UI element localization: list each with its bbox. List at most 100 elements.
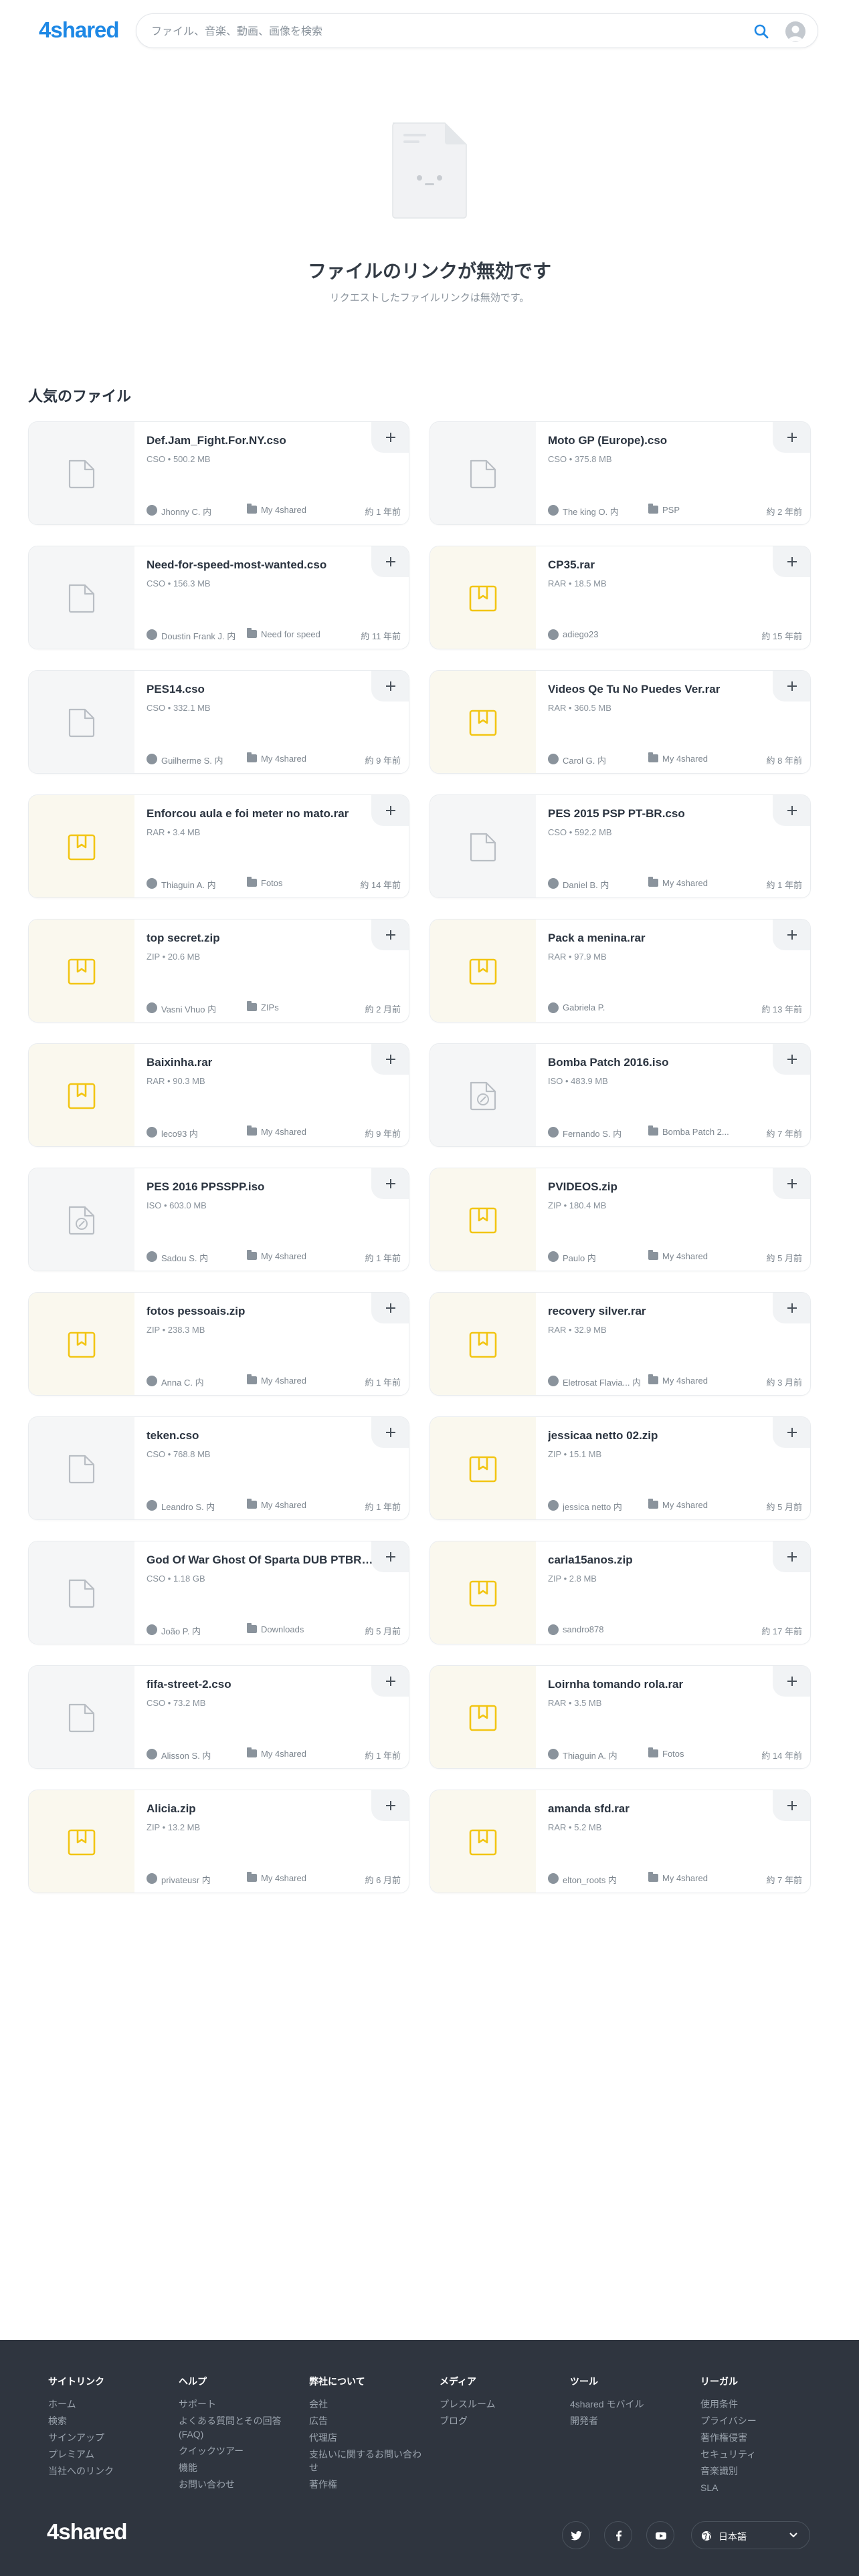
add-to-account-button[interactable] — [371, 1790, 409, 1821]
owner-name[interactable]: Jhonny C. 内 — [161, 505, 211, 518]
file-name[interactable]: PES 2016 PPSSPP.iso — [147, 1180, 374, 1194]
folder-link[interactable]: My 4shared — [247, 1747, 306, 1759]
search-icon[interactable] — [752, 22, 771, 41]
owner-name[interactable]: Alisson S. 内 — [161, 1749, 211, 1761]
file-thumbnail[interactable] — [430, 546, 536, 649]
file-card[interactable]: Videos Qe Tu No Puedes Ver.rar RAR • 360.… — [430, 670, 811, 774]
language-select[interactable]: 日本語 — [691, 2521, 810, 2549]
file-card[interactable]: CP35.rar RAR • 18.5 MB adiego23 約 15 年前 — [430, 546, 811, 649]
add-to-account-button[interactable] — [773, 1168, 810, 1199]
owner-name[interactable]: elton_roots 内 — [563, 1873, 617, 1886]
file-name[interactable]: top secret.zip — [147, 932, 374, 945]
add-to-account-button[interactable] — [371, 1666, 409, 1697]
search-input[interactable] — [151, 14, 740, 47]
file-thumbnail[interactable] — [430, 1541, 536, 1644]
file-name[interactable]: Pack a menina.rar — [548, 932, 775, 945]
logo[interactable]: 4shared — [39, 17, 120, 43]
footer-link[interactable]: 著作権侵害 — [700, 2431, 821, 2444]
file-card[interactable]: Need-for-speed-most-wanted.cso CSO • 156.… — [28, 546, 409, 649]
add-to-account-button[interactable] — [371, 1168, 409, 1199]
file-thumbnail[interactable] — [29, 422, 134, 524]
footer-link[interactable]: プレミアム — [48, 2448, 169, 2461]
folder-link[interactable]: My 4shared — [648, 752, 708, 764]
twitter-icon[interactable] — [562, 2521, 590, 2549]
add-to-account-button[interactable] — [773, 1293, 810, 1323]
file-name[interactable]: PVIDEOS.zip — [548, 1180, 775, 1194]
file-thumbnail[interactable] — [29, 1168, 134, 1271]
folder-link[interactable]: ZIPs — [247, 1001, 279, 1012]
file-name[interactable]: Def.Jam_Fight.For.NY.cso — [147, 434, 374, 447]
folder-link[interactable]: My 4shared — [247, 1374, 306, 1386]
footer-link[interactable]: 支払いに関するお問い合わせ — [309, 2448, 430, 2474]
footer-link[interactable]: お問い合わせ — [179, 2478, 299, 2491]
file-thumbnail[interactable] — [430, 671, 536, 773]
file-card[interactable]: PES 2015 PSP PT-BR.cso CSO • 592.2 MB Dani… — [430, 794, 811, 898]
file-card[interactable]: jessicaa netto 02.zip ZIP • 15.1 MB jessic… — [430, 1416, 811, 1520]
folder-link[interactable]: Need for speed — [247, 628, 320, 639]
owner-name[interactable]: Eletrosat Flavia... 内 — [563, 1376, 641, 1388]
owner-name[interactable]: João P. 内 — [161, 1624, 201, 1637]
user-avatar[interactable] — [785, 21, 805, 41]
file-name[interactable]: recovery silver.rar — [548, 1305, 775, 1318]
folder-link[interactable]: Downloads — [247, 1623, 304, 1634]
owner-name[interactable]: Vasni Vhuo 内 — [161, 1002, 216, 1015]
file-thumbnail[interactable] — [29, 795, 134, 897]
footer-link[interactable]: 音楽識別 — [700, 2464, 821, 2478]
folder-link[interactable]: My 4shared — [247, 752, 306, 764]
file-name[interactable]: Alicia.zip — [147, 1802, 374, 1816]
owner-name[interactable]: Guilherme S. 内 — [161, 754, 223, 766]
file-thumbnail[interactable] — [430, 1790, 536, 1893]
file-thumbnail[interactable] — [29, 1666, 134, 1768]
add-to-account-button[interactable] — [773, 1541, 810, 1572]
owner-name[interactable]: Sadou S. 内 — [161, 1251, 208, 1264]
file-thumbnail[interactable] — [29, 1044, 134, 1146]
file-thumbnail[interactable] — [430, 1168, 536, 1271]
file-name[interactable]: Loirnha tomando rola.rar — [548, 1678, 775, 1691]
owner-name[interactable]: leco93 内 — [161, 1127, 198, 1140]
footer-logo[interactable]: 4shared — [47, 2519, 128, 2545]
add-to-account-button[interactable] — [773, 671, 810, 702]
add-to-account-button[interactable] — [371, 920, 409, 950]
folder-link[interactable]: Fotos — [247, 877, 283, 888]
owner-name[interactable]: Fernando S. 内 — [563, 1127, 622, 1140]
folder-link[interactable]: My 4shared — [648, 877, 708, 888]
footer-link[interactable]: 会社 — [309, 2397, 430, 2411]
file-card[interactable]: carla15anos.zip ZIP • 2.8 MB sandro878 約 17… — [430, 1541, 811, 1644]
folder-link[interactable]: My 4shared — [648, 1374, 708, 1386]
file-thumbnail[interactable] — [430, 1293, 536, 1395]
file-card[interactable]: PVIDEOS.zip ZIP • 180.4 MB Paulo 内 My 4shar… — [430, 1168, 811, 1271]
owner-name[interactable]: Anna C. 内 — [161, 1376, 204, 1388]
owner-name[interactable]: jessica netto 内 — [563, 1500, 622, 1513]
owner-name[interactable]: sandro878 — [563, 1624, 603, 1634]
footer-link[interactable]: 当社へのリンク — [48, 2464, 169, 2478]
add-to-account-button[interactable] — [371, 795, 409, 826]
folder-link[interactable]: PSP — [648, 504, 680, 515]
owner-name[interactable]: Doustin Frank J. 内 — [161, 629, 235, 642]
file-name[interactable]: PES14.cso — [147, 683, 374, 696]
footer-link[interactable]: 著作権 — [309, 2478, 430, 2491]
owner-name[interactable]: Carol G. 内 — [563, 754, 606, 766]
add-to-account-button[interactable] — [773, 1666, 810, 1697]
file-name[interactable]: Baixinha.rar — [147, 1056, 374, 1069]
file-name[interactable]: jessicaa netto 02.zip — [548, 1429, 775, 1442]
footer-link[interactable]: セキュリティ — [700, 2448, 821, 2461]
file-card[interactable]: God Of War Ghost Of Sparta DUB PTBR.cso C… — [28, 1541, 409, 1644]
file-card[interactable]: Alicia.zip ZIP • 13.2 MB privateusr 内 My 4s… — [28, 1790, 409, 1893]
file-card[interactable]: PES14.cso CSO • 332.1 MB Guilherme S. 内 My … — [28, 670, 409, 774]
file-card[interactable]: fifa-street-2.cso CSO • 73.2 MB Alisson S.… — [28, 1665, 409, 1769]
add-to-account-button[interactable] — [371, 422, 409, 453]
file-name[interactable]: fifa-street-2.cso — [147, 1678, 374, 1691]
footer-link[interactable]: 広告 — [309, 2414, 430, 2428]
file-card[interactable]: top secret.zip ZIP • 20.6 MB Vasni Vhuo 内 Z… — [28, 919, 409, 1023]
file-thumbnail[interactable] — [430, 795, 536, 897]
add-to-account-button[interactable] — [773, 422, 810, 453]
file-thumbnail[interactable] — [29, 920, 134, 1022]
file-thumbnail[interactable] — [29, 1541, 134, 1644]
file-name[interactable]: God Of War Ghost Of Sparta DUB PTBR.cso — [147, 1553, 374, 1567]
folder-link[interactable]: My 4shared — [247, 1499, 306, 1510]
file-card[interactable]: teken.cso CSO • 768.8 MB Leandro S. 内 My 4s… — [28, 1416, 409, 1520]
add-to-account-button[interactable] — [371, 671, 409, 702]
file-card[interactable]: Loirnha tomando rola.rar RAR • 3.5 MB Thia… — [430, 1665, 811, 1769]
add-to-account-button[interactable] — [371, 1044, 409, 1075]
file-card[interactable]: Enforcou aula e foi meter no mato.rar RAR… — [28, 794, 409, 898]
